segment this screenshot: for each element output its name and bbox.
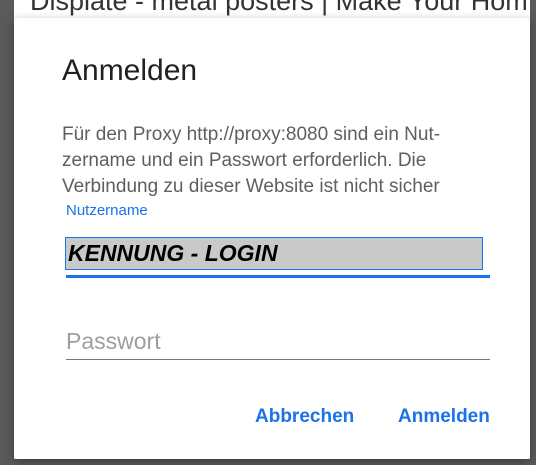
scrim-bottom	[0, 459, 536, 465]
scrim-right	[530, 0, 536, 465]
background-page-title: Displate - metal posters | Make Your Hom	[30, 0, 528, 16]
dialog-message: Für den Proxy http://proxy:8080 sind ein…	[62, 124, 441, 197]
login-dialog: Anmelden Für den Proxy http://proxy:8080…	[14, 18, 530, 459]
login-button[interactable]: Anmelden	[398, 406, 490, 428]
username-label: Nutzername	[66, 202, 148, 219]
username-field[interactable]: KENNUNG - LOGIN	[65, 237, 483, 270]
cancel-button[interactable]: Abbrechen	[255, 406, 354, 428]
scrim-left	[0, 0, 14, 465]
dialog-title: Anmelden	[62, 54, 198, 87]
password-field[interactable]	[66, 323, 490, 360]
username-underline	[66, 275, 490, 278]
